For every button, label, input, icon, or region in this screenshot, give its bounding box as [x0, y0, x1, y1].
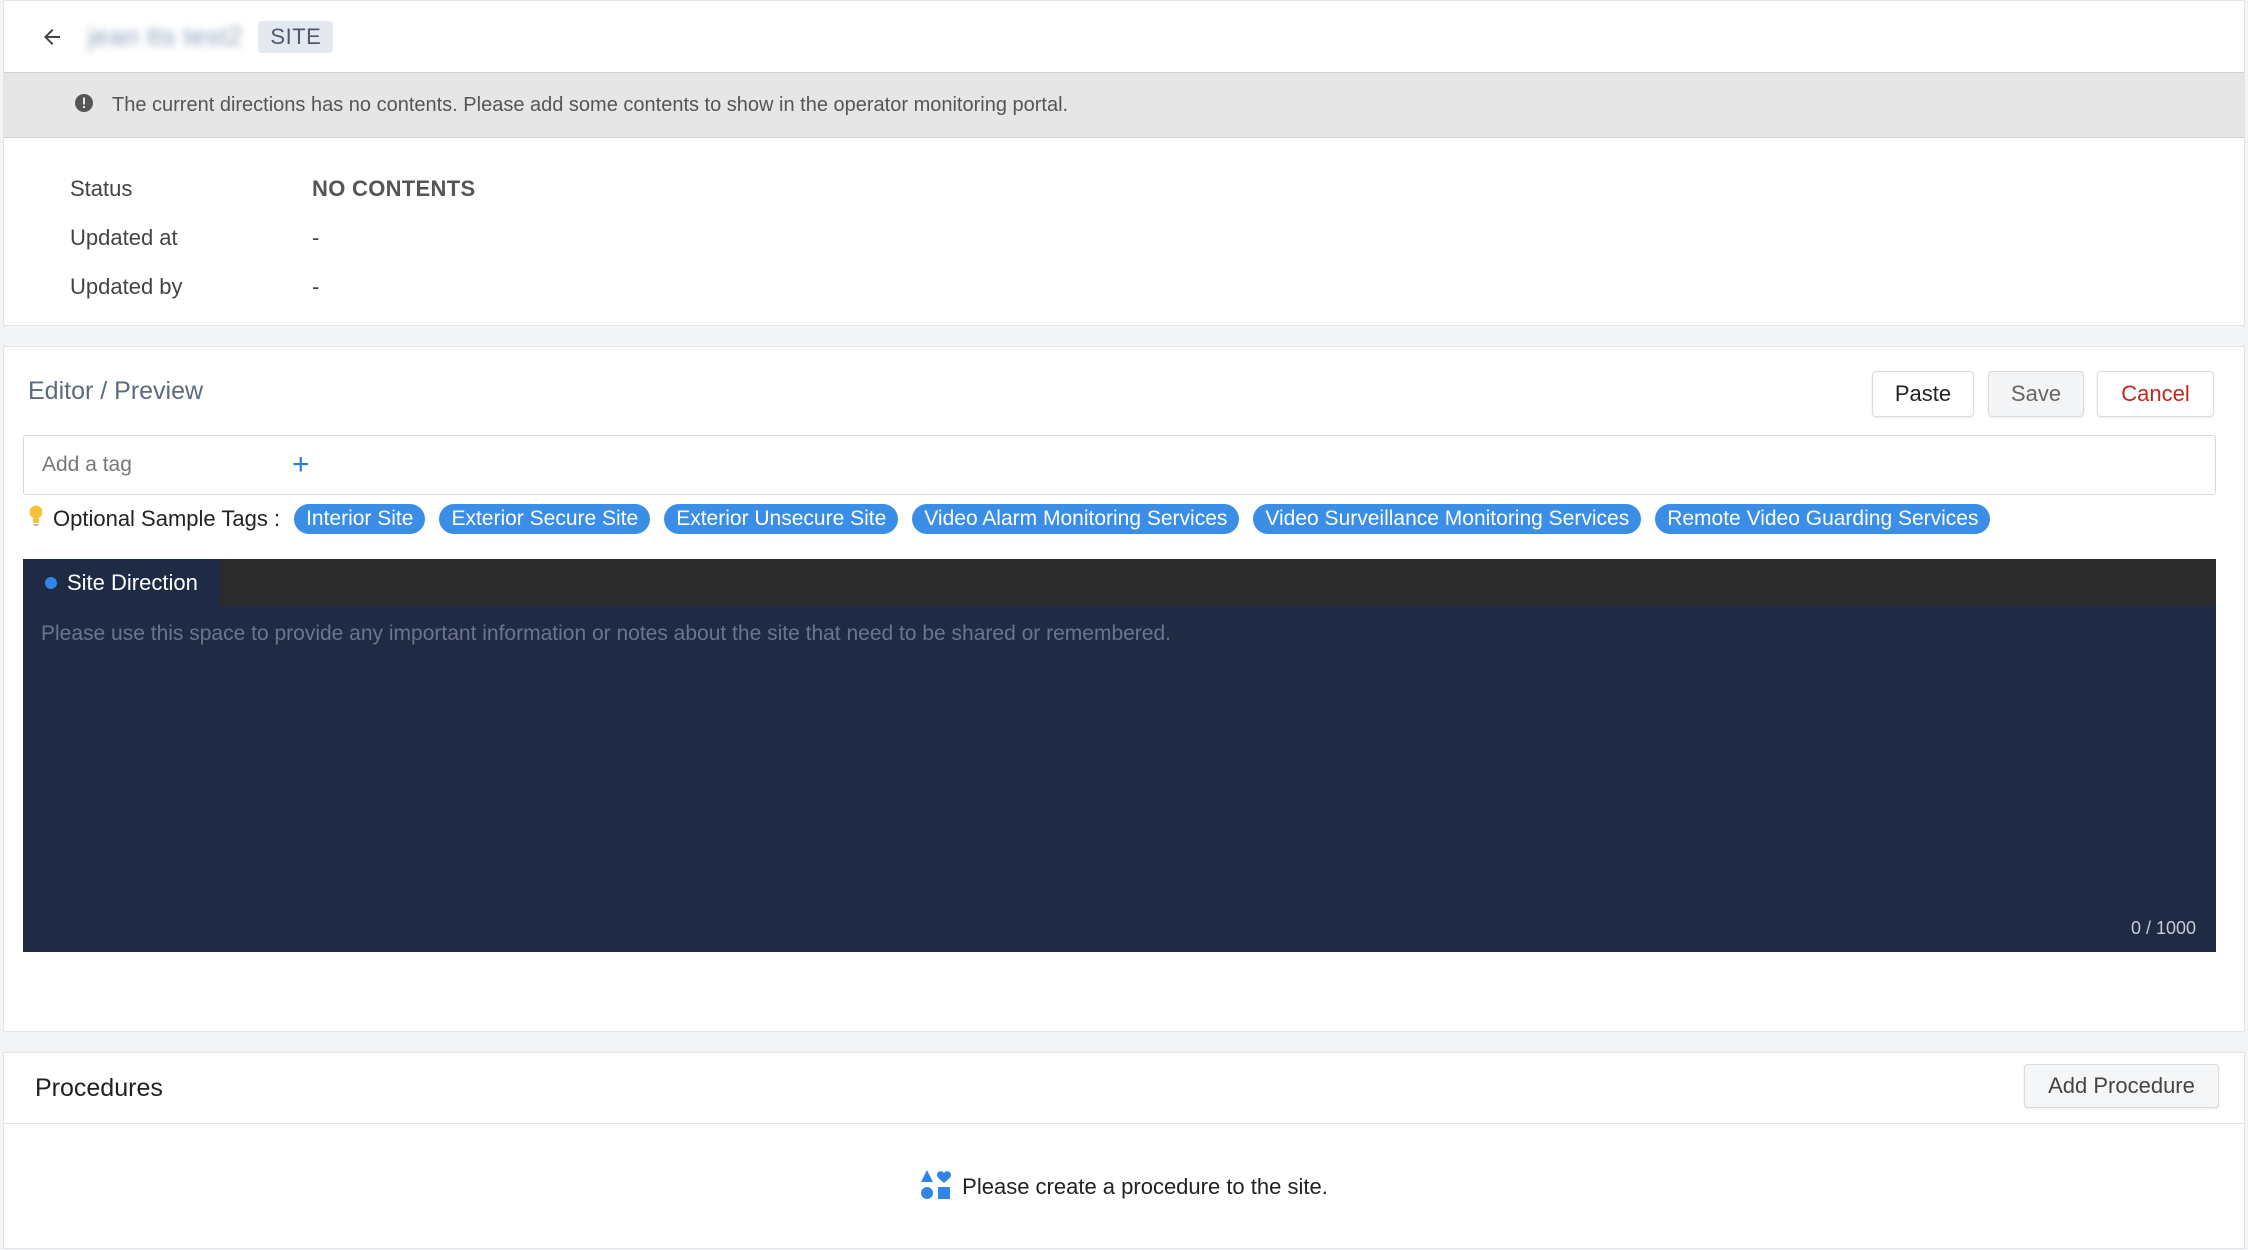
procedures-header: Procedures	[4, 1053, 2244, 1124]
site-direction-textarea[interactable]	[23, 606, 2216, 952]
info-circle-icon	[74, 93, 94, 118]
tab-site-direction[interactable]: Site Direction	[23, 559, 220, 606]
status-label: Status	[70, 175, 133, 201]
sample-tag-chip[interactable]: Video Alarm Monitoring Services	[912, 504, 1240, 534]
site-direction-editor: Site Direction 0 / 1000	[23, 559, 2216, 952]
plus-icon[interactable]: +	[292, 450, 310, 480]
updated-by-value: -	[312, 273, 320, 299]
sample-tag-chip[interactable]: Video Surveillance Monitoring Services	[1253, 504, 1642, 534]
procedures-empty-state: Please create a procedure to the site.	[4, 1124, 2244, 1250]
site-name: jean tts test2	[88, 21, 243, 51]
notice-text: The current directions has no contents. …	[112, 93, 1069, 116]
sample-tags-row: Optional Sample Tags : Interior Site Ext…	[27, 501, 2004, 537]
sample-tag-chip[interactable]: Remote Video Guarding Services	[1655, 504, 1991, 534]
sample-tag-chip[interactable]: Interior Site	[294, 504, 426, 534]
updated-by-row: Updated by -	[4, 262, 2244, 311]
active-dot-icon	[45, 576, 57, 589]
sample-tag-chip[interactable]: Exterior Secure Site	[439, 504, 651, 534]
page-header: jean tts test2 SITE	[4, 1, 2244, 73]
paste-button[interactable]: Paste	[1872, 371, 1974, 417]
procedures-card: Procedures Add Procedure Please create a…	[3, 1052, 2245, 1249]
lightbulb-icon	[27, 504, 53, 535]
procedures-empty-text: Please create a procedure to the site.	[962, 1174, 1328, 1199]
character-counter: 0 / 1000	[2130, 918, 2196, 938]
editor-tab-bar: Site Direction	[23, 559, 2216, 606]
updated-at-row: Updated at -	[4, 213, 2244, 262]
cancel-button[interactable]: Cancel	[2097, 371, 2214, 417]
sample-tag-chip[interactable]: Exterior Unsecure Site	[664, 504, 899, 534]
site-info-card: jean tts test2 SITE The current directio…	[3, 0, 2245, 326]
updated-by-label: Updated by	[70, 273, 183, 299]
updated-at-label: Updated at	[70, 224, 178, 250]
notice-banner: The current directions has no contents. …	[4, 73, 2244, 138]
status-row: Status NO CONTENTS	[4, 164, 2244, 213]
procedures-title: Procedures	[35, 1073, 163, 1102]
tab-site-direction-label: Site Direction	[67, 569, 198, 595]
tag-input[interactable]	[42, 453, 272, 477]
tag-input-box: +	[23, 435, 2216, 495]
shapes-icon	[920, 1169, 962, 1206]
arrow-left-icon[interactable]	[38, 23, 66, 51]
updated-at-value: -	[312, 224, 320, 250]
add-procedure-button[interactable]: Add Procedure	[2024, 1064, 2219, 1108]
sample-tags-label: Optional Sample Tags :	[53, 506, 281, 531]
save-button[interactable]: Save	[1988, 371, 2084, 417]
status-details: Status NO CONTENTS Updated at - Updated …	[4, 138, 2244, 311]
editor-card: Editor / Preview Paste Save Cancel + Opt…	[3, 346, 2245, 1032]
site-type-badge: SITE	[258, 20, 334, 53]
status-value: NO CONTENTS	[312, 175, 476, 201]
editor-title: Editor / Preview	[28, 377, 204, 405]
